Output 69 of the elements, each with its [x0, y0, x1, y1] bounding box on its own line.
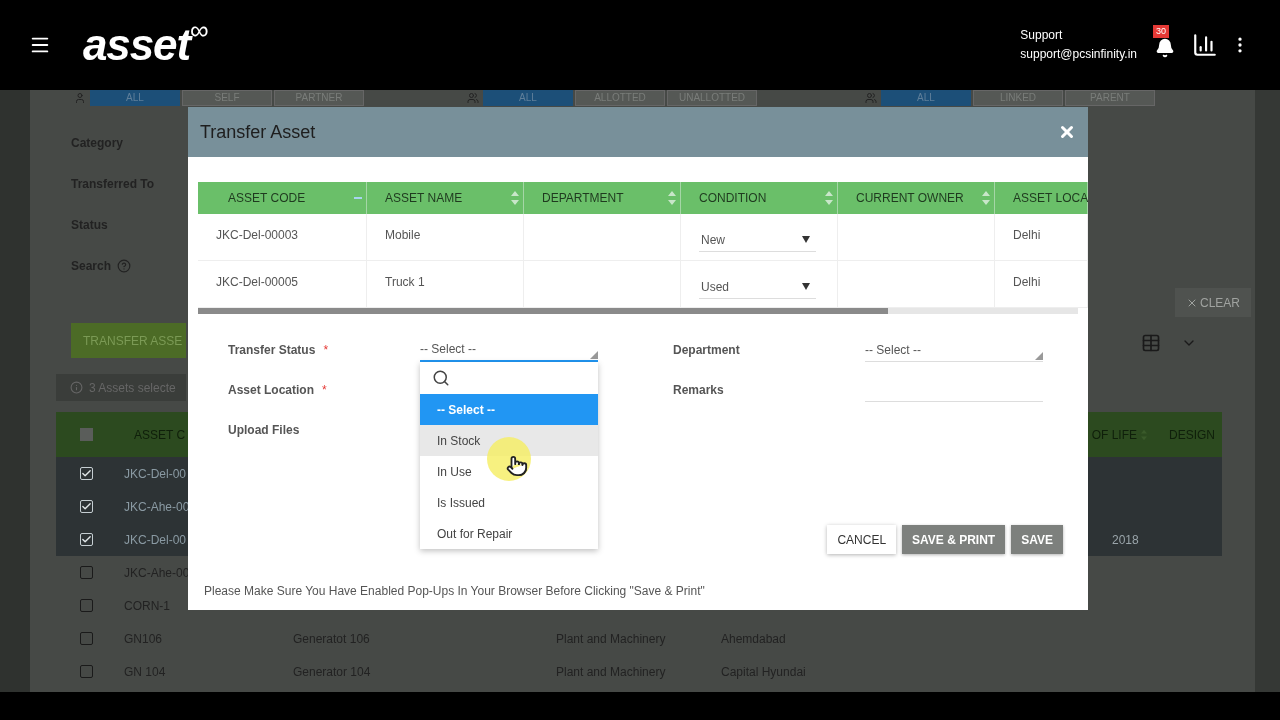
checkbox[interactable] [79, 428, 93, 441]
save-button[interactable]: SAVE & PRINT [902, 525, 1006, 554]
column-header[interactable]: ASSET NAME [367, 182, 524, 214]
horizontal-scrollbar[interactable] [198, 308, 1078, 314]
field-label: Transfer Status [228, 342, 316, 359]
sort-icon[interactable] [668, 191, 676, 205]
caret-icon[interactable] [802, 236, 810, 243]
table-view-icon[interactable] [1141, 333, 1161, 353]
corner-icon [590, 351, 598, 359]
filter-tab[interactable]: ALL [483, 90, 573, 106]
column-header[interactable]: CURRENT OWNER [838, 182, 995, 214]
column-header[interactable]: CONDITION [681, 182, 838, 214]
filter-tab[interactable]: ALL [90, 90, 180, 106]
support-label: Support [1020, 27, 1064, 44]
close-icon[interactable] [1058, 123, 1076, 141]
table-cell: Mobile [385, 228, 421, 242]
field-label: Upload Files [228, 422, 300, 439]
checkbox[interactable] [79, 599, 93, 612]
help-icon[interactable] [117, 258, 132, 273]
support-email[interactable]: support@pcsinfinity.in [1020, 45, 1137, 64]
filter-tab[interactable]: ALL [881, 90, 971, 106]
required-mark: * [323, 342, 329, 359]
dropdown-option[interactable]: Out for Repair [420, 518, 598, 549]
sort-ascending-icon[interactable] [354, 196, 362, 200]
hand-pointer-icon [506, 455, 528, 477]
table-cell: JKC-Del-00 [124, 466, 186, 481]
popup-note: Please Make Sure You Have Enabled Pop-Ups In Your Browser Before Clicking "Save & Print" [204, 583, 706, 600]
table-cell: Delhi [1013, 275, 1041, 289]
checkbox[interactable] [79, 632, 93, 645]
clear-button[interactable]: CLEAR [1175, 288, 1251, 317]
sort-icon[interactable] [982, 191, 990, 205]
column-header[interactable]: DEPARTMENT [524, 182, 681, 214]
table-cell: 2018 [1112, 532, 1139, 547]
people-icon [865, 92, 877, 104]
dropdown-option[interactable]: -- Select -- [420, 394, 598, 425]
dialog-title: Transfer Asset [200, 120, 316, 144]
chart-icon[interactable] [1192, 32, 1218, 58]
sort-icon[interactable] [825, 191, 833, 205]
table-cell: Delhi [1013, 228, 1041, 242]
field-label: Department [673, 342, 740, 359]
checkbox[interactable] [79, 566, 93, 579]
required-mark: * [322, 382, 327, 399]
save-button[interactable]: SAVE [1011, 525, 1063, 554]
bell-icon[interactable] [1155, 38, 1175, 58]
caret-icon[interactable] [802, 283, 810, 290]
column-header[interactable]: ASSET LOCA [995, 182, 1088, 214]
sort-icon[interactable] [511, 191, 519, 205]
notification-badge: 30 [1153, 25, 1169, 38]
info-icon [70, 381, 83, 394]
field-label: Asset Location [228, 382, 314, 399]
dropdown-option[interactable]: In Use [420, 456, 598, 487]
table-cell: JKC-Del-00 [124, 532, 186, 547]
table-cell: JKC-Del-00005 [216, 275, 299, 289]
condition-select[interactable]: New [699, 228, 816, 252]
select-field[interactable]: -- Select -- [865, 338, 1043, 362]
search-icon[interactable] [432, 369, 450, 387]
table-cell: JKC-Ahe-00 [124, 499, 190, 514]
corner-icon [1035, 352, 1043, 360]
cancel-button[interactable]: CANCEL [827, 525, 897, 554]
dropdown-option[interactable]: Is Issued [420, 487, 598, 518]
field-label: Remarks [673, 382, 724, 399]
people-icon [74, 92, 86, 104]
column-header[interactable]: ASSET CODE [198, 182, 367, 214]
table-cell: Truck 1 [385, 275, 425, 289]
checkbox[interactable] [79, 665, 93, 678]
logo[interactable]: asset [83, 23, 191, 67]
condition-select[interactable]: Used [699, 275, 816, 299]
people-icon [467, 92, 479, 104]
table-cell: JKC-Del-00003 [216, 228, 299, 242]
